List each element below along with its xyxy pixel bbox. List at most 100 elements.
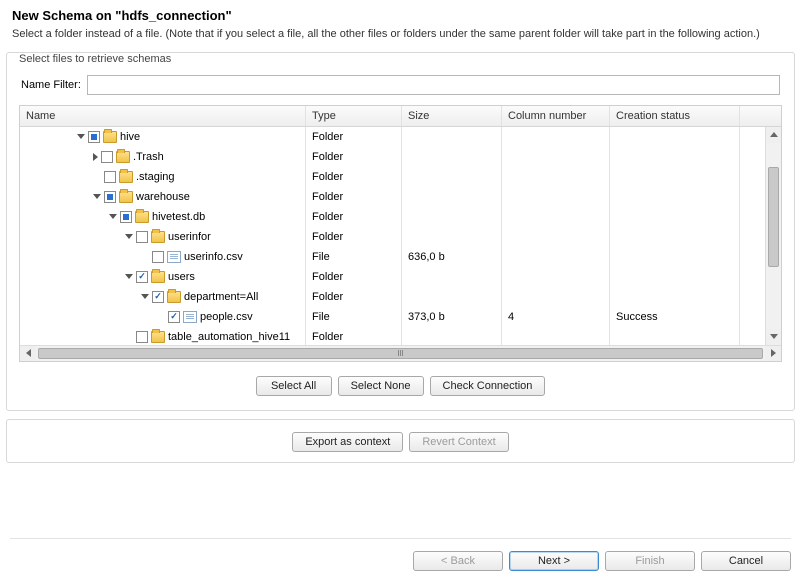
row-name-label: hivetest.db xyxy=(152,210,205,224)
folder-icon xyxy=(119,171,133,183)
row-checkbox[interactable] xyxy=(101,151,113,163)
row-checkbox[interactable] xyxy=(88,131,100,143)
cell-size xyxy=(402,207,502,227)
table-row[interactable]: .Trash Folder xyxy=(20,147,781,167)
cell-status: Success xyxy=(610,307,740,327)
scroll-right-icon[interactable] xyxy=(765,346,781,361)
table-row[interactable]: warehouseFolder xyxy=(20,187,781,207)
row-name-label: warehouse xyxy=(136,190,190,204)
cell-colnum xyxy=(502,167,610,187)
cell-status xyxy=(610,327,740,345)
finish-button: Finish xyxy=(605,551,695,571)
folder-icon xyxy=(116,151,130,163)
group-label: Select files to retrieve schemas xyxy=(15,53,175,65)
table-row[interactable]: people.csvFile373,0 b4Success xyxy=(20,307,781,327)
cell-status xyxy=(610,147,740,167)
cell-colnum: 4 xyxy=(502,307,610,327)
cell-size xyxy=(402,267,502,287)
table-row[interactable]: department=AllFolder xyxy=(20,287,781,307)
cell-status xyxy=(610,247,740,267)
cell-status xyxy=(610,187,740,207)
row-checkbox[interactable] xyxy=(136,271,148,283)
row-checkbox[interactable] xyxy=(152,251,164,263)
row-checkbox[interactable] xyxy=(120,211,132,223)
table-row[interactable]: userinfo.csvFile636,0 b xyxy=(20,247,781,267)
name-filter-input[interactable] xyxy=(87,75,780,95)
cell-type: Folder xyxy=(306,127,402,147)
horizontal-scrollbar[interactable] xyxy=(20,345,781,361)
cell-colnum xyxy=(502,267,610,287)
twisty-closed-icon[interactable] xyxy=(93,153,98,161)
table-row[interactable]: hiveFolder xyxy=(20,127,781,147)
cell-colnum xyxy=(502,327,610,345)
twisty-open-icon[interactable] xyxy=(93,194,101,199)
cell-size xyxy=(402,167,502,187)
table-row[interactable]: table_automation_hive11Folder xyxy=(20,327,781,345)
table-row[interactable]: .stagingFolder xyxy=(20,167,781,187)
vertical-scrollbar[interactable] xyxy=(765,127,781,345)
twisty-open-icon[interactable] xyxy=(141,294,149,299)
folder-icon xyxy=(167,291,181,303)
row-checkbox[interactable] xyxy=(168,311,180,323)
check-connection-button[interactable]: Check Connection xyxy=(430,376,546,396)
row-checkbox[interactable] xyxy=(104,191,116,203)
col-header-size[interactable]: Size xyxy=(402,106,502,126)
cell-colnum xyxy=(502,287,610,307)
twisty-open-icon[interactable] xyxy=(109,214,117,219)
select-none-button[interactable]: Select None xyxy=(338,376,424,396)
vertical-scroll-thumb[interactable] xyxy=(768,167,779,267)
next-button[interactable]: Next > xyxy=(509,551,599,571)
cell-size xyxy=(402,227,502,247)
folder-icon xyxy=(151,331,165,343)
cell-type: Folder xyxy=(306,267,402,287)
scroll-down-icon[interactable] xyxy=(766,329,781,345)
cell-size xyxy=(402,327,502,345)
table-row[interactable]: users Folder xyxy=(20,267,781,287)
scroll-up-icon[interactable] xyxy=(766,127,781,143)
cell-status xyxy=(610,167,740,187)
row-checkbox[interactable] xyxy=(104,171,116,183)
col-header-name[interactable]: Name xyxy=(20,106,306,126)
cell-type: Folder xyxy=(306,227,402,247)
dialog-subtitle: Select a folder instead of a file. (Note… xyxy=(12,27,789,42)
col-header-scroll-gap xyxy=(740,106,754,126)
folder-icon xyxy=(135,211,149,223)
folder-icon xyxy=(119,191,133,203)
select-all-button[interactable]: Select All xyxy=(256,376,332,396)
twisty-open-icon[interactable] xyxy=(77,134,85,139)
table-row[interactable]: userinforFolder xyxy=(20,227,781,247)
row-checkbox[interactable] xyxy=(136,231,148,243)
col-header-colnum[interactable]: Column number xyxy=(502,106,610,126)
folder-icon xyxy=(151,231,165,243)
file-icon xyxy=(183,311,197,323)
cell-type: Folder xyxy=(306,147,402,167)
revert-context-button: Revert Context xyxy=(409,432,508,452)
col-header-type[interactable]: Type xyxy=(306,106,402,126)
cell-colnum xyxy=(502,147,610,167)
export-as-context-button[interactable]: Export as context xyxy=(292,432,403,452)
cell-type: Folder xyxy=(306,327,402,345)
cancel-button[interactable]: Cancel xyxy=(701,551,791,571)
cell-size xyxy=(402,147,502,167)
twisty-open-icon[interactable] xyxy=(125,274,133,279)
row-checkbox[interactable] xyxy=(152,291,164,303)
row-name-label: people.csv xyxy=(200,310,253,324)
scroll-left-icon[interactable] xyxy=(20,346,36,361)
col-header-status[interactable]: Creation status xyxy=(610,106,740,126)
row-name-label: .Trash xyxy=(133,150,164,164)
cell-size xyxy=(402,127,502,147)
cell-status xyxy=(610,127,740,147)
row-checkbox[interactable] xyxy=(136,331,148,343)
table-row[interactable]: hivetest.db Folder xyxy=(20,207,781,227)
cell-type: Folder xyxy=(306,207,402,227)
cell-type: File xyxy=(306,307,402,327)
cell-colnum xyxy=(502,207,610,227)
cell-status xyxy=(610,267,740,287)
cell-type: File xyxy=(306,247,402,267)
horizontal-scroll-thumb[interactable] xyxy=(38,348,763,359)
row-name-label: users xyxy=(168,270,195,284)
cell-colnum xyxy=(502,247,610,267)
twisty-placeholder-icon xyxy=(125,333,133,341)
twisty-open-icon[interactable] xyxy=(125,234,133,239)
back-button: < Back xyxy=(413,551,503,571)
